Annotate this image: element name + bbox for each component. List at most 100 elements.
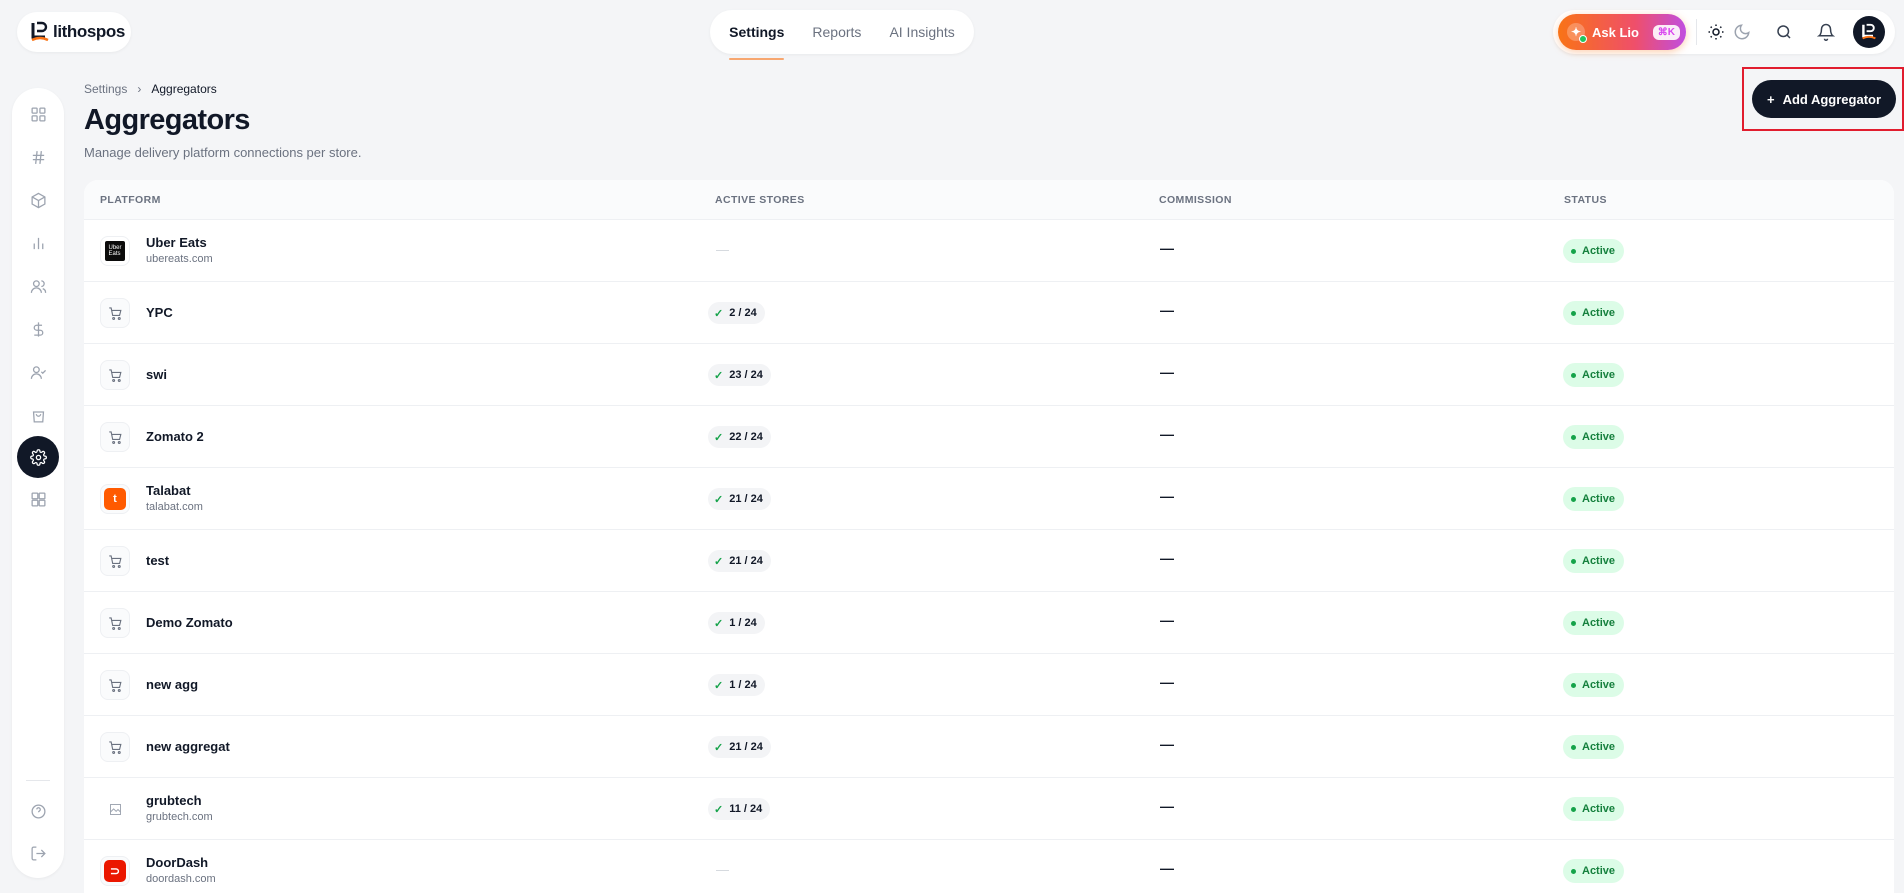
- logout-icon[interactable]: [26, 841, 50, 865]
- status-dot-icon: [1571, 682, 1576, 688]
- status-dot-icon: [1571, 558, 1576, 564]
- settings-icon[interactable]: [17, 436, 59, 478]
- active-stores-pill[interactable]: ✓ 1 / 24: [708, 612, 765, 634]
- table-row[interactable]: new aggregat ✓ 21 / 24 — Active: [84, 716, 1894, 778]
- table-row[interactable]: YPC ✓ 2 / 24 — Active: [84, 282, 1894, 344]
- platform-name[interactable]: Talabat: [146, 483, 191, 498]
- hash-icon[interactable]: [26, 145, 50, 169]
- sidebar: [12, 88, 64, 878]
- commission-value: —: [1160, 612, 1174, 628]
- avatar[interactable]: [1853, 16, 1885, 48]
- shopping-bag-icon[interactable]: [26, 403, 50, 427]
- status-label: Active: [1582, 555, 1616, 567]
- logo-mark-icon: [31, 21, 49, 42]
- table-row[interactable]: ⊃ DoorDash doordash.com — — Active: [84, 840, 1894, 893]
- bar-chart-icon[interactable]: [26, 231, 50, 255]
- breadcrumb-current: Aggregators: [151, 82, 217, 96]
- ask-lio-button[interactable]: ✦ Ask Lio ⌘K: [1558, 14, 1686, 50]
- status-label: Active: [1582, 617, 1616, 629]
- table-row[interactable]: swi ✓ 23 / 24 — Active: [84, 344, 1894, 406]
- sun-icon[interactable]: [1707, 23, 1725, 41]
- platform-name[interactable]: test: [146, 553, 169, 568]
- active-stores-pill[interactable]: ✓ 11 / 24: [708, 798, 771, 820]
- commission-value: —: [1160, 488, 1174, 504]
- active-stores-pill[interactable]: ✓ 21 / 24: [708, 488, 771, 510]
- active-stores-pill[interactable]: ✓ 2 / 24: [708, 302, 765, 324]
- platform-name[interactable]: new agg: [146, 677, 198, 692]
- platform-domain: ubereats.com: [146, 253, 213, 265]
- tab-settings[interactable]: Settings: [715, 10, 798, 60]
- broken-image-icon: [100, 794, 130, 824]
- commission-value: —: [1160, 240, 1174, 256]
- doordash-logo-icon: ⊃: [100, 856, 130, 886]
- platform-domain: doordash.com: [146, 873, 216, 885]
- platform-name[interactable]: grubtech: [146, 793, 202, 808]
- active-stores-pill[interactable]: ✓ 21 / 24: [708, 550, 771, 572]
- active-stores-value: 22 / 24: [729, 431, 763, 443]
- cart-icon: [100, 298, 130, 328]
- table-row[interactable]: Demo Zomato ✓ 1 / 24 — Active: [84, 592, 1894, 654]
- header-platform[interactable]: PLATFORM: [100, 194, 161, 206]
- platform-domain: grubtech.com: [146, 811, 213, 823]
- header-commission[interactable]: COMMISSION: [1159, 194, 1232, 206]
- check-icon: ✓: [714, 369, 724, 382]
- platform-name[interactable]: Uber Eats: [146, 235, 207, 250]
- status-badge: Active: [1563, 549, 1625, 573]
- platform-name[interactable]: Zomato 2: [146, 429, 204, 444]
- page-title: Aggregators: [84, 104, 250, 136]
- brand-name: lithospos: [53, 22, 125, 41]
- platform-name[interactable]: swi: [146, 367, 167, 382]
- cart-icon: [100, 732, 130, 762]
- status-dot-icon: [1571, 496, 1576, 502]
- grid-icon[interactable]: [26, 102, 50, 126]
- active-stores-pill[interactable]: ✓ 1 / 24: [708, 674, 765, 696]
- status-label: Active: [1582, 307, 1616, 319]
- active-stores-value: 1 / 24: [729, 617, 757, 629]
- table-row[interactable]: Zomato 2 ✓ 22 / 24 — Active: [84, 406, 1894, 468]
- bell-icon[interactable]: [1817, 23, 1835, 41]
- status-badge: Active: [1563, 797, 1625, 821]
- active-stores-value: 11 / 24: [729, 803, 763, 815]
- active-stores-pill[interactable]: ✓ 22 / 24: [708, 426, 771, 448]
- table-row[interactable]: new agg ✓ 1 / 24 — Active: [84, 654, 1894, 716]
- brand-logo[interactable]: lithospos: [17, 12, 131, 52]
- tab-ai-insights[interactable]: AI Insights: [875, 10, 968, 54]
- box-icon[interactable]: [26, 188, 50, 212]
- cart-icon: [100, 422, 130, 452]
- aggregators-table: PLATFORM ACTIVE STORES COMMISSION STATUS…: [84, 180, 1894, 893]
- status-label: Active: [1582, 245, 1616, 257]
- active-stores-pill[interactable]: ✓ 23 / 24: [708, 364, 771, 386]
- status-dot-icon: [1571, 310, 1576, 316]
- active-stores-pill[interactable]: ✓ 21 / 24: [708, 736, 771, 758]
- help-icon[interactable]: [26, 799, 50, 823]
- header-active-stores[interactable]: ACTIVE STORES: [715, 194, 805, 206]
- tab-reports[interactable]: Reports: [798, 10, 875, 54]
- dollar-icon[interactable]: [26, 317, 50, 341]
- table-row[interactable]: grubtech grubtech.com ✓ 11 / 24 — Active: [84, 778, 1894, 840]
- search-icon[interactable]: [1775, 23, 1793, 41]
- page-subtitle: Manage delivery platform connections per…: [84, 145, 362, 160]
- table-row[interactable]: test ✓ 21 / 24 — Active: [84, 530, 1894, 592]
- commission-value: —: [1160, 550, 1174, 566]
- theme-toggle[interactable]: [1707, 23, 1751, 41]
- apps-icon[interactable]: [26, 487, 50, 511]
- platform-name[interactable]: DoorDash: [146, 855, 208, 870]
- user-check-icon[interactable]: [26, 360, 50, 384]
- moon-icon[interactable]: [1733, 23, 1751, 41]
- commission-value: —: [1160, 364, 1174, 380]
- header-status[interactable]: STATUS: [1564, 194, 1607, 206]
- platform-name[interactable]: YPC: [146, 305, 173, 320]
- users-icon[interactable]: [26, 274, 50, 298]
- breadcrumb-settings[interactable]: Settings: [84, 82, 127, 96]
- check-icon: ✓: [714, 493, 724, 506]
- commission-value: —: [1160, 798, 1174, 814]
- table-row[interactable]: Uber Eats Uber Eats ubereats.com — — Active: [84, 220, 1894, 282]
- platform-name[interactable]: Demo Zomato: [146, 615, 233, 630]
- uber-eats-logo-icon: Uber Eats: [100, 236, 130, 266]
- status-dot-icon: [1571, 620, 1576, 626]
- check-icon: ✓: [714, 555, 724, 568]
- add-aggregator-button[interactable]: + Add Aggregator: [1752, 80, 1896, 118]
- platform-name[interactable]: new aggregat: [146, 739, 230, 754]
- table-row[interactable]: t Talabat talabat.com ✓ 21 / 24 — Active: [84, 468, 1894, 530]
- active-stores-value: 21 / 24: [729, 741, 763, 753]
